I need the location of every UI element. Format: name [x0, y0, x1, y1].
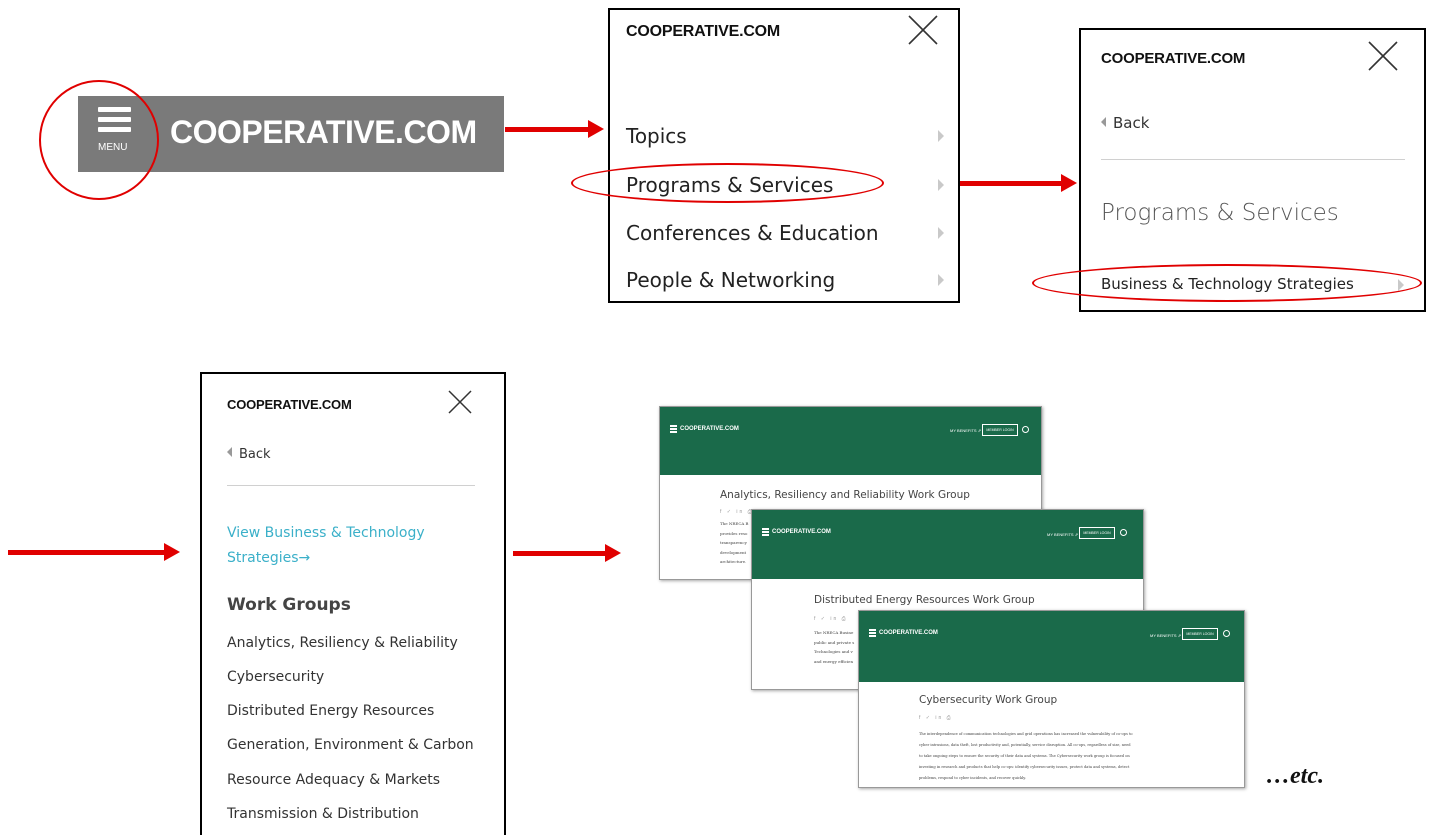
social-share-icons: f ✓ in ⎙	[919, 715, 953, 721]
search-icon	[1022, 426, 1029, 433]
etc-label: …etc.	[1266, 763, 1324, 789]
chevron-right-icon	[938, 179, 944, 191]
body-line: to take ongoing steps to ensure the secu…	[919, 754, 1130, 758]
body-line: The NRECA B	[720, 521, 749, 526]
body-line: and energy efficien	[814, 658, 854, 664]
flow-arrow-4	[513, 544, 621, 562]
hamburger-menu-icon	[670, 425, 677, 434]
body-line: cyber intrusions, data theft, lost produ…	[919, 743, 1131, 747]
work-group-item[interactable]: Analytics, Resiliency & Reliability	[227, 635, 458, 651]
flow-arrow-3	[8, 543, 180, 561]
body-line: The NRECA Busine	[814, 630, 854, 635]
chevron-right-icon	[938, 130, 944, 142]
screenshot-body: The NRECA Busine public and private s Te…	[814, 628, 854, 666]
chevron-right-icon	[938, 274, 944, 286]
my-benefits-link: MY BENEFITS ⇗	[950, 428, 982, 433]
panel-logo[interactable]: COOPERATIVE.COM	[626, 23, 780, 41]
member-login-button: MEMBER LOGIN	[1182, 628, 1218, 640]
panel-logo[interactable]: COOPERATIVE.COM	[227, 397, 352, 412]
screenshot-body: The NRECA B provides reso transparency d…	[720, 519, 748, 567]
page-screenshot-cybersecurity: COOPERATIVE.COM MY BENEFITS ⇗ MEMBER LOG…	[858, 610, 1245, 788]
screenshot-title: Cybersecurity Work Group	[919, 694, 1058, 706]
work-group-item[interactable]: Generation, Environment & Carbon	[227, 737, 474, 753]
menu-panel-main: COOPERATIVE.COM Topics Programs & Servic…	[608, 8, 960, 303]
screenshot-header: COOPERATIVE.COM MY BENEFITS ⇗ MEMBER LOG…	[859, 611, 1244, 682]
business-highlight-oval	[1032, 264, 1422, 302]
body-line: The interdependence of communication tec…	[919, 732, 1133, 736]
screenshot-logo: COOPERATIVE.COM	[680, 426, 739, 432]
back-link[interactable]: Back	[227, 447, 271, 462]
my-benefits-link: MY BENEFITS ⇗	[1150, 633, 1182, 638]
divider	[227, 485, 475, 486]
header-logo[interactable]: COOPERATIVE.COM	[170, 114, 477, 151]
view-link-line1[interactable]: View Business & Technology	[227, 521, 425, 546]
menu-panel-work-groups: COOPERATIVE.COM Back View Business & Tec…	[200, 372, 506, 835]
body-line: public and private s	[814, 639, 855, 645]
body-line: development	[720, 549, 747, 555]
member-login-button: MEMBER LOGIN	[1079, 527, 1115, 539]
screenshot-title: Distributed Energy Resources Work Group	[814, 594, 1035, 606]
my-benefits-link: MY BENEFITS ⇗	[1047, 532, 1079, 537]
work-group-item[interactable]: Distributed Energy Resources	[227, 703, 434, 719]
hamburger-menu-icon	[869, 629, 876, 638]
body-line: architecture.	[720, 559, 747, 564]
programs-highlight-oval	[571, 163, 884, 203]
search-icon	[1120, 529, 1127, 536]
close-icon[interactable]	[447, 389, 473, 415]
view-link-line2[interactable]: Strategies→	[227, 546, 425, 571]
screenshot-logo: COOPERATIVE.COM	[879, 630, 938, 636]
flow-arrow-1	[505, 120, 604, 138]
body-line: problems, respond to cyber incidents, an…	[919, 776, 1026, 780]
screenshot-header: COOPERATIVE.COM MY BENEFITS ⇗ MEMBER LOG…	[660, 407, 1041, 475]
work-group-item[interactable]: Cybersecurity	[227, 669, 324, 685]
search-icon	[1223, 630, 1230, 637]
section-title: Programs & Services	[1101, 200, 1339, 226]
body-line: transparency	[720, 540, 747, 545]
body-line: Technologies and v	[814, 649, 853, 654]
panel-logo[interactable]: COOPERATIVE.COM	[1101, 50, 1245, 67]
screenshot-body: The interdependence of communication tec…	[919, 729, 1133, 784]
back-link[interactable]: Back	[1101, 114, 1149, 132]
body-line: investing in research and products that …	[919, 765, 1130, 769]
menu-item-conferences-education[interactable]: Conferences & Education	[626, 221, 879, 245]
menu-item-people-networking[interactable]: People & Networking	[626, 268, 835, 292]
work-groups-heading: Work Groups	[227, 595, 351, 615]
social-share-icons: f ✓ in ⎙	[720, 509, 754, 515]
screenshot-title: Analytics, Resiliency and Reliability Wo…	[720, 489, 970, 501]
hamburger-menu-icon	[762, 528, 769, 537]
flow-arrow-2	[960, 174, 1077, 192]
work-group-item[interactable]: Transmission & Distribution	[227, 806, 419, 822]
screenshot-logo: COOPERATIVE.COM	[772, 529, 831, 535]
close-icon[interactable]	[907, 14, 939, 46]
divider	[1101, 159, 1405, 160]
view-business-technology-link[interactable]: View Business & Technology Strategies→	[227, 521, 425, 571]
social-share-icons: f ✓ in ⎙	[814, 616, 848, 622]
menu-item-topics[interactable]: Topics	[626, 124, 687, 148]
chevron-right-icon	[938, 227, 944, 239]
screenshot-header: COOPERATIVE.COM MY BENEFITS ⇗ MEMBER LOG…	[752, 510, 1143, 579]
menu-highlight-circle	[39, 80, 159, 200]
close-icon[interactable]	[1367, 40, 1399, 72]
work-group-item[interactable]: Resource Adequacy & Markets	[227, 772, 440, 788]
body-line: provides reso	[720, 530, 748, 536]
member-login-button: MEMBER LOGIN	[982, 424, 1018, 436]
